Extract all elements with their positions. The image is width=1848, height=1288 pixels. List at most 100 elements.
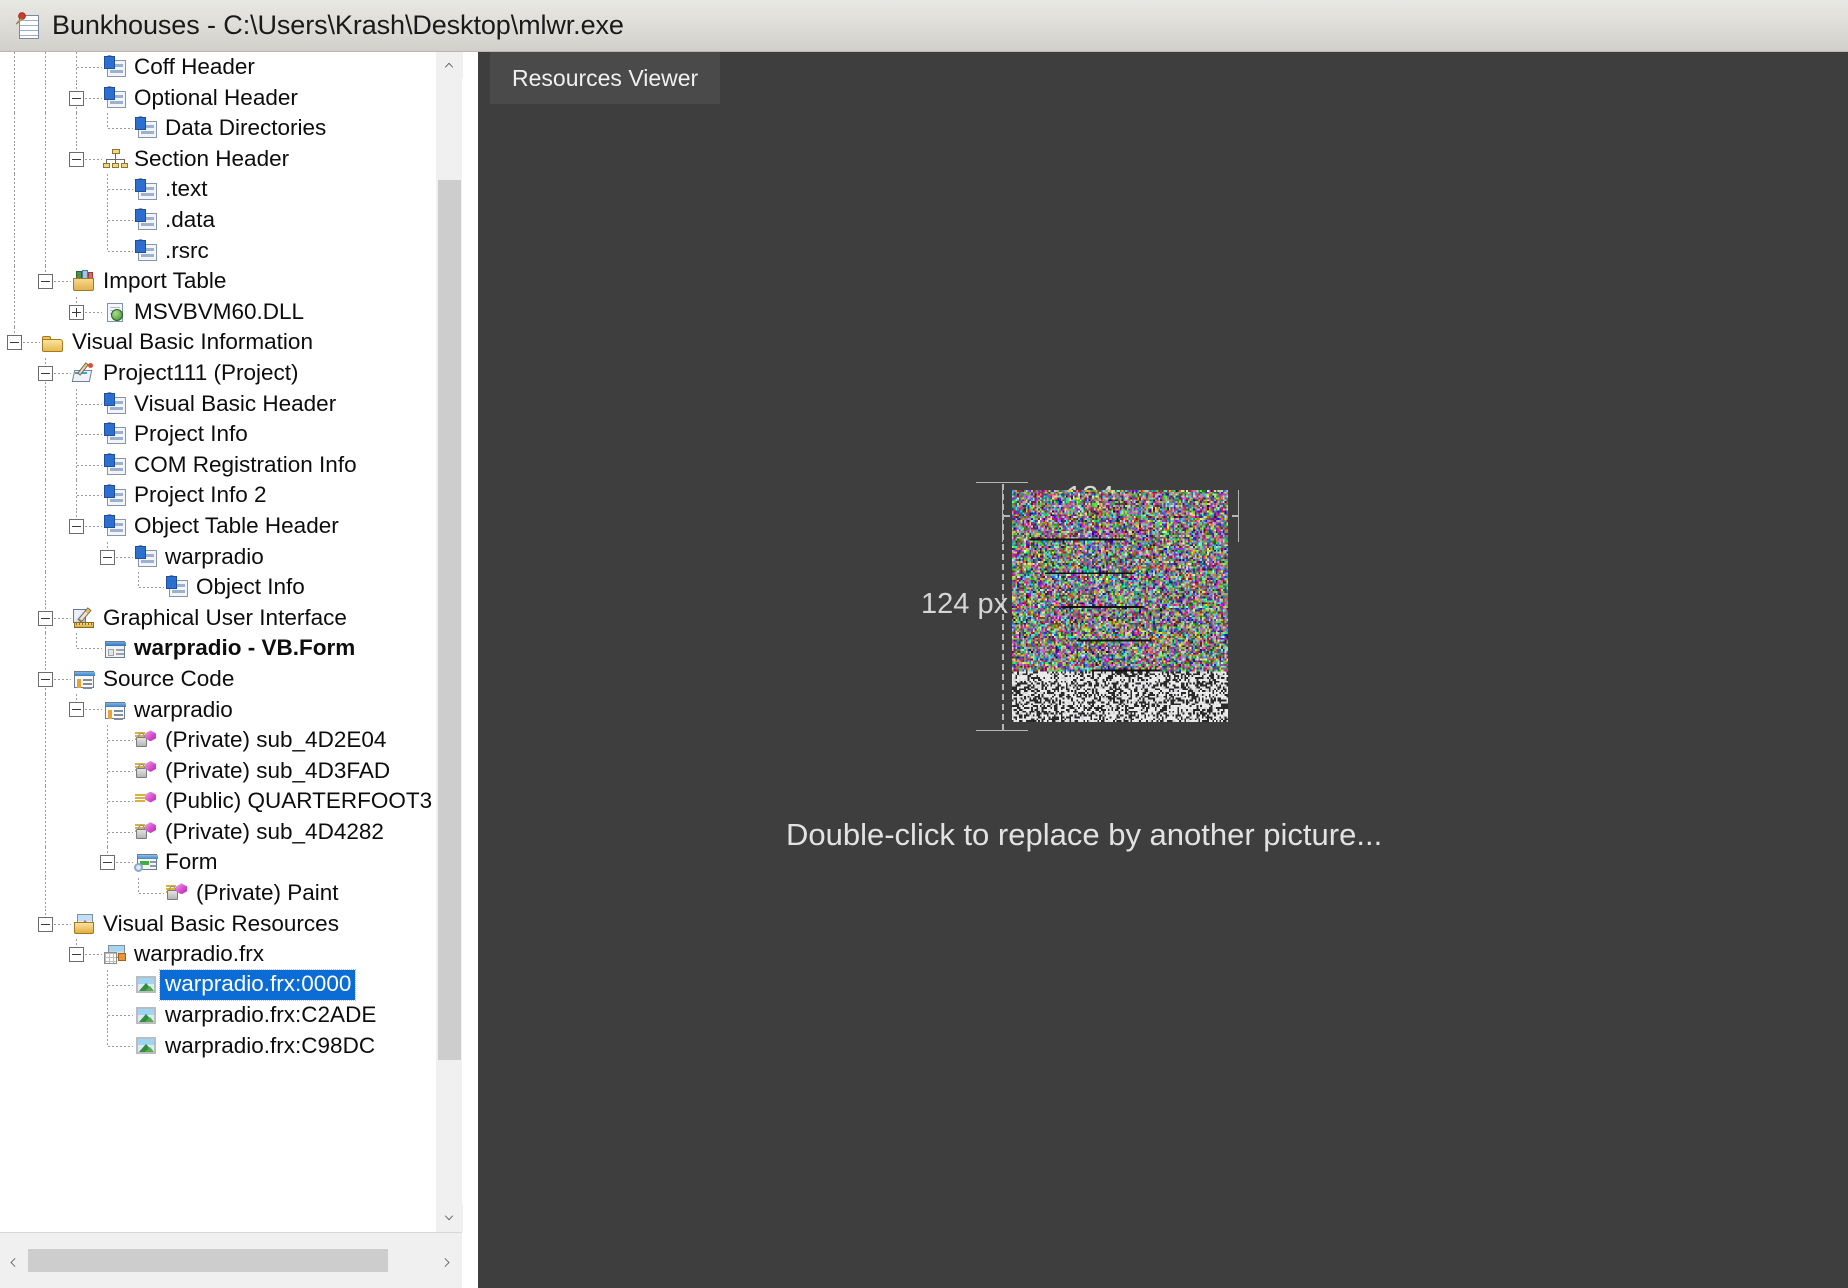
form-icon [103, 638, 127, 660]
tree-guide-line [14, 82, 15, 114]
tree-guide-line [77, 648, 102, 650]
tree-vertical-scrollbar[interactable] [435, 52, 463, 1232]
private-proc-icon [134, 821, 158, 843]
tree-guide-line [45, 174, 46, 205]
tree-item-data-directories[interactable]: Data Directories [0, 113, 435, 144]
bitmap-icon [134, 974, 158, 996]
collapse-toggle[interactable] [38, 916, 53, 932]
tree-item-com-registration-info[interactable]: COM Registration Info [0, 449, 435, 481]
scroll-left-icon [10, 1257, 16, 1268]
tree-item-private-sub-4d2e04[interactable]: (Private) sub_4D2E04 [0, 725, 435, 756]
collapse-toggle[interactable] [69, 702, 84, 718]
tree-item-project-info[interactable]: Project Info [0, 419, 435, 450]
tree-item-visual-basic-resources[interactable]: Visual Basic Resources [0, 908, 435, 940]
tree-item-project111-project[interactable]: Project111 (Project) [0, 357, 435, 389]
scroll-down-button[interactable] [436, 1205, 463, 1232]
collapse-toggle[interactable] [100, 549, 115, 565]
tree-guide-line [14, 113, 15, 144]
tree-guide-line [45, 816, 46, 848]
tree-item-warpradio-frx-0000[interactable]: warpradio.frx:0000 [0, 969, 435, 1001]
tree-item-warpradio[interactable]: warpradio [0, 541, 435, 573]
tree-item-label: Data Directories [165, 115, 327, 141]
tree-item-optional-header[interactable]: Optional Header [0, 82, 435, 114]
struct-record-icon [134, 116, 158, 139]
tree-item-label: MSVBVM60.DLL [134, 298, 305, 324]
tree-item-rsrc[interactable]: .rsrc [0, 235, 435, 267]
tree-item-warpradio-vb-form[interactable]: warpradio - VB.Form [0, 633, 435, 664]
collapse-toggle[interactable] [38, 365, 53, 381]
tree-item-visual-basic-information[interactable]: Visual Basic Information [0, 327, 435, 358]
tree-guide-line [45, 510, 46, 542]
tree-item-private-sub-4d4282[interactable]: (Private) sub_4D4282 [0, 816, 435, 848]
scroll-thumb-horizontal[interactable] [28, 1249, 388, 1272]
tree-guide-line [45, 82, 46, 114]
tree-item-object-table-header[interactable]: Object Table Header [0, 510, 435, 542]
tree-guide-line [14, 143, 15, 175]
tree-item-visual-basic-header[interactable]: Visual Basic Header [0, 388, 435, 420]
tree-item-label: Graphical User Interface [103, 604, 347, 630]
tree-horizontal-scrollbar[interactable] [0, 1232, 462, 1288]
tree-panel[interactable]: Coff Header Optional Header Data Directori… [0, 52, 462, 1232]
tree-guide-line [108, 128, 133, 130]
tree-item-coff-header[interactable]: Coff Header [0, 52, 435, 83]
section-header-icon [103, 148, 128, 170]
collapse-toggle[interactable] [38, 671, 53, 687]
collapse-toggle[interactable] [38, 274, 53, 290]
expand-toggle[interactable] [69, 304, 84, 320]
tree-guide-line [14, 296, 15, 328]
collapse-toggle[interactable] [69, 947, 84, 963]
tree-item-warpradio-frx[interactable]: warpradio.frx [0, 939, 435, 970]
scroll-right-button[interactable] [435, 1233, 462, 1288]
tree-guide-line [45, 633, 46, 664]
tree-item-object-info[interactable]: Object Info [0, 572, 435, 603]
private-proc-icon [165, 882, 189, 904]
tree-item-warpradio[interactable]: warpradio [0, 694, 435, 726]
tree-item-private-sub-4d3fad[interactable]: (Private) sub_4D3FAD [0, 755, 435, 787]
tree-item-text[interactable]: .text [0, 174, 435, 205]
tree-item-warpradio-frx-c2ade[interactable]: warpradio.frx:C2ADE [0, 1000, 435, 1031]
tree-guide-line [108, 1015, 133, 1017]
tree-item-data[interactable]: .data [0, 204, 435, 236]
noise-preview-image[interactable] [1012, 490, 1228, 722]
tree-item-label: Visual Basic Information [72, 329, 313, 355]
tree-guide-line [139, 893, 164, 895]
import-table-icon [72, 270, 96, 292]
tree-item-import-table[interactable]: Import Table [0, 266, 435, 297]
scroll-up-button[interactable] [436, 52, 463, 79]
tree-guide-line [45, 786, 46, 817]
collapse-toggle[interactable] [38, 610, 53, 626]
collapse-toggle[interactable] [69, 518, 84, 534]
tree-guide-line [45, 113, 46, 144]
tree-guide-line [139, 587, 164, 589]
project-icon [71, 362, 96, 384]
collapse-toggle[interactable] [100, 855, 115, 871]
tree-item-project-info-2[interactable]: Project Info 2 [0, 480, 435, 511]
tree-item-public-quarterfoot3[interactable]: (Public) QUARTERFOOT3 [0, 786, 435, 817]
tree-item-label: Object Info [196, 574, 305, 600]
collapse-toggle[interactable] [7, 335, 22, 351]
tree-item-label: .rsrc [165, 237, 209, 263]
tree-item-form[interactable]: Form [0, 847, 435, 879]
tree-item-label: Object Table Header [134, 512, 339, 538]
scroll-thumb-vertical[interactable] [438, 180, 461, 1060]
tab-resources-viewer[interactable]: Resources Viewer [490, 52, 721, 104]
tree-item-label: (Private) Paint [196, 880, 339, 906]
private-proc-icon [134, 760, 158, 782]
tree-item-label: (Private) sub_4D3FAD [165, 757, 391, 783]
collapse-toggle[interactable] [69, 90, 84, 106]
tree-item-private-paint[interactable]: (Private) Paint [0, 878, 435, 909]
tree-item-source-code[interactable]: Source Code [0, 663, 435, 695]
collapse-toggle[interactable] [69, 151, 84, 167]
tree-item-section-header[interactable]: Section Header [0, 143, 435, 175]
tree-item-label: Project Info [134, 421, 248, 447]
tree-guide-line [14, 235, 15, 267]
tree-item-graphical-user-interface[interactable]: Graphical User Interface [0, 602, 435, 634]
source-code-icon [72, 668, 96, 690]
scroll-left-button[interactable] [0, 1233, 27, 1288]
tree-guide-line [45, 449, 46, 481]
app-icon [14, 11, 42, 40]
tree-item-msvbvm60-dll[interactable]: MSVBVM60.DLL [0, 296, 435, 328]
tree-item-warpradio-frx-c98dc[interactable]: warpradio.frx:C98DC [0, 1031, 435, 1062]
resource-image-wrapper[interactable] [1012, 490, 1228, 722]
struct-record-icon [103, 483, 127, 507]
